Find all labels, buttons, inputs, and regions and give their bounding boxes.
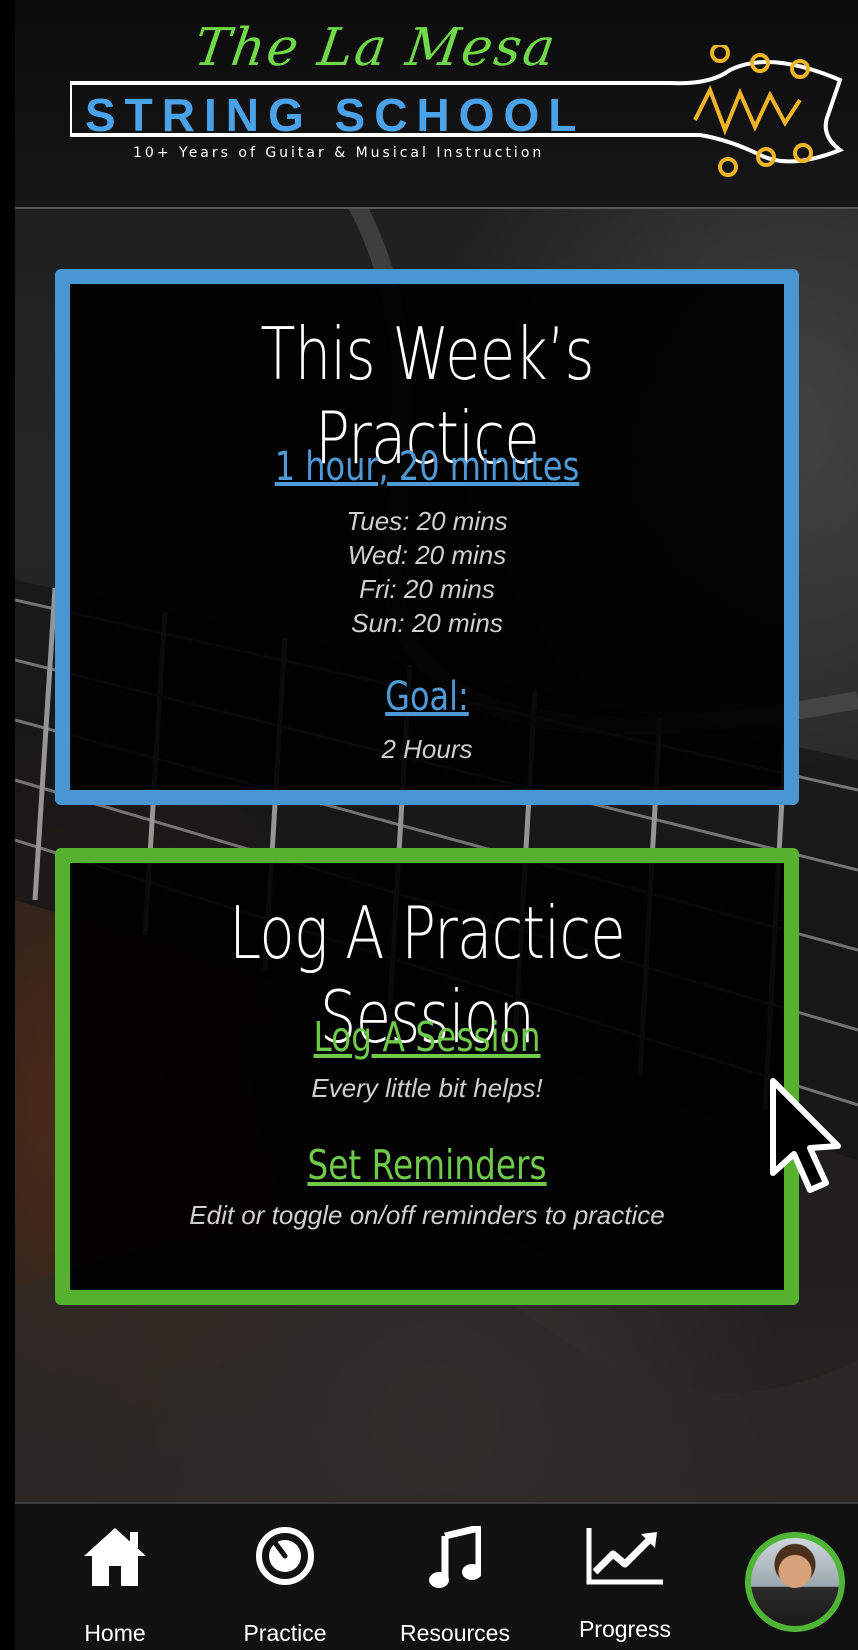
profile-avatar[interactable] [745, 1532, 845, 1632]
background-image [15, 0, 858, 1648]
day-entry-wed: Wed: 20 mins [347, 540, 507, 570]
day-entry-sun: Sun: 20 mins [351, 608, 503, 638]
weekly-practice-card: This Week’s Practice 1 hour, 20 minutes … [55, 269, 799, 805]
mouse-pointer-icon [770, 1078, 841, 1193]
tab-practice-label: Practice [243, 1620, 327, 1646]
log-session-link[interactable]: Log A Session [141, 1013, 712, 1061]
logo-tagline: 10+ Years of Guitar & Musical Instructio… [133, 145, 545, 161]
total-time-link[interactable]: 1 hour, 20 minutes [141, 444, 712, 490]
home-icon [84, 1528, 146, 1586]
tab-resources-label: Resources [400, 1620, 510, 1646]
log-session-subtext: Every little bit helps! [311, 1073, 543, 1103]
tab-practice[interactable]: Practice [215, 1504, 355, 1650]
tab-resources[interactable]: Resources [385, 1504, 525, 1650]
logo-main-text: STRING SCHOOL [85, 89, 586, 141]
tab-home-label: Home [84, 1620, 146, 1646]
chart-icon [586, 1528, 663, 1585]
goal-link[interactable]: Goal: [141, 674, 712, 720]
app-header: The La Mesa STRING SCHOOL 10+ Years of G… [15, 0, 858, 209]
goal-value: 2 Hours [381, 734, 473, 764]
tab-home[interactable]: Home [45, 1504, 185, 1650]
tab-progress-label: Progress [578, 1616, 672, 1642]
log-session-card: Log A Practice Session Log A Session Eve… [55, 848, 799, 1305]
set-reminders-link[interactable]: Set Reminders [141, 1141, 712, 1189]
music-note-icon [429, 1526, 481, 1588]
day-entry-tues: Tues: 20 mins [346, 506, 508, 536]
day-entry-fri: Fri: 20 mins [359, 574, 495, 604]
timer-icon [256, 1527, 314, 1585]
left-edge [0, 0, 15, 1648]
set-reminders-subtext: Edit or toggle on/off reminders to pract… [189, 1200, 665, 1230]
bottom-tab-bar: Home Practice Resources Progress [15, 1502, 858, 1650]
tab-progress[interactable]: Progress [555, 1504, 695, 1650]
logo-script-text: The La Mesa [190, 18, 561, 78]
